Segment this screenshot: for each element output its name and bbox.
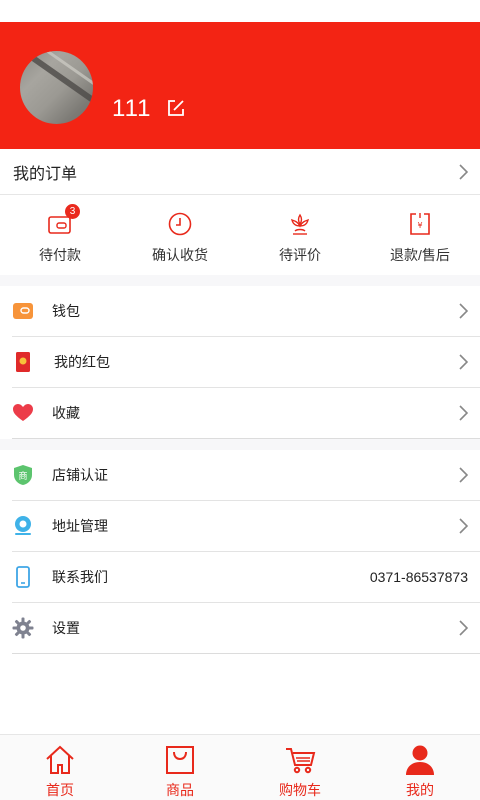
my-orders-row[interactable]: 我的订单 xyxy=(0,149,480,195)
svg-text:商: 商 xyxy=(18,470,27,482)
home-icon xyxy=(46,745,74,774)
status-bar xyxy=(0,0,480,22)
tab-label: 商品 xyxy=(166,782,194,798)
chevron-right-icon xyxy=(459,620,468,636)
tab-products[interactable]: 商品 xyxy=(120,735,240,800)
refund-icon: ¥ xyxy=(410,213,430,235)
my-orders-title: 我的订单 xyxy=(13,165,78,183)
order-label: 待付款 xyxy=(39,247,81,263)
menu-label: 联系我们 xyxy=(52,569,108,585)
heart-icon xyxy=(13,404,33,421)
tab-cart[interactable]: 购物车 xyxy=(240,735,360,800)
badge-count: 3 xyxy=(65,204,80,219)
chevron-right-icon xyxy=(459,467,468,483)
menu-contact[interactable]: 联系我们 0371-86537873 xyxy=(12,552,480,603)
bag-icon xyxy=(166,746,194,774)
order-to-review[interactable]: 待评价 xyxy=(240,195,360,275)
section-divider xyxy=(0,439,480,450)
chevron-right-icon xyxy=(459,405,468,421)
section-divider xyxy=(0,275,480,286)
cart-icon xyxy=(286,748,316,774)
contact-phone-number[interactable]: 0371-86537873 xyxy=(370,569,468,585)
avatar[interactable] xyxy=(20,51,93,124)
tab-label: 购物车 xyxy=(279,782,321,798)
phone-icon xyxy=(16,566,30,588)
tab-mine[interactable]: 我的 xyxy=(360,735,480,800)
chevron-right-icon xyxy=(459,303,468,319)
chevron-right-icon xyxy=(459,354,468,370)
menu-settings[interactable]: 设置 xyxy=(12,603,480,654)
tab-label: 我的 xyxy=(406,782,434,798)
bottom-tab-bar: 首页 商品 购物车 我的 xyxy=(0,734,480,800)
order-status-bar: 3 待付款 确认收货 待评价 ¥ 退款/售后 xyxy=(0,195,480,275)
svg-text:¥: ¥ xyxy=(417,221,422,230)
clock-icon xyxy=(168,212,192,236)
chevron-right-icon xyxy=(459,518,468,534)
menu-address[interactable]: 地址管理 xyxy=(12,501,480,552)
chevron-right-icon xyxy=(459,163,468,180)
order-label: 待评价 xyxy=(279,247,321,263)
order-label: 退款/售后 xyxy=(390,247,450,263)
order-confirm-receipt[interactable]: 确认收货 xyxy=(120,195,240,275)
menu-wallet[interactable]: 钱包 xyxy=(12,286,480,337)
menu-label: 我的红包 xyxy=(54,354,110,370)
location-pin-icon xyxy=(15,516,31,535)
order-refund[interactable]: ¥ 退款/售后 xyxy=(360,195,480,275)
menu-label: 店铺认证 xyxy=(52,467,108,483)
menu-favorites[interactable]: 收藏 xyxy=(12,388,480,439)
flower-icon xyxy=(291,213,309,235)
red-envelope-icon xyxy=(16,352,30,372)
profile-header: 111 xyxy=(0,22,480,149)
menu-label: 设置 xyxy=(52,620,80,636)
menu-red-envelope[interactable]: 我的红包 xyxy=(12,337,480,388)
menu-shop-verify[interactable]: 商 店铺认证 xyxy=(12,450,480,501)
wallet-orange-icon xyxy=(13,303,33,319)
edit-icon[interactable] xyxy=(166,98,186,118)
order-label: 确认收货 xyxy=(152,247,208,263)
tab-label: 首页 xyxy=(46,782,74,798)
menu-label: 地址管理 xyxy=(52,518,108,534)
user-icon xyxy=(406,745,434,775)
shield-shop-icon: 商 xyxy=(14,465,32,485)
gear-icon xyxy=(12,617,34,639)
menu-label: 收藏 xyxy=(52,405,80,421)
username: 111 xyxy=(112,95,152,122)
menu-label: 钱包 xyxy=(52,303,80,319)
order-pending-payment[interactable]: 3 待付款 xyxy=(0,195,120,275)
tab-home[interactable]: 首页 xyxy=(0,735,120,800)
